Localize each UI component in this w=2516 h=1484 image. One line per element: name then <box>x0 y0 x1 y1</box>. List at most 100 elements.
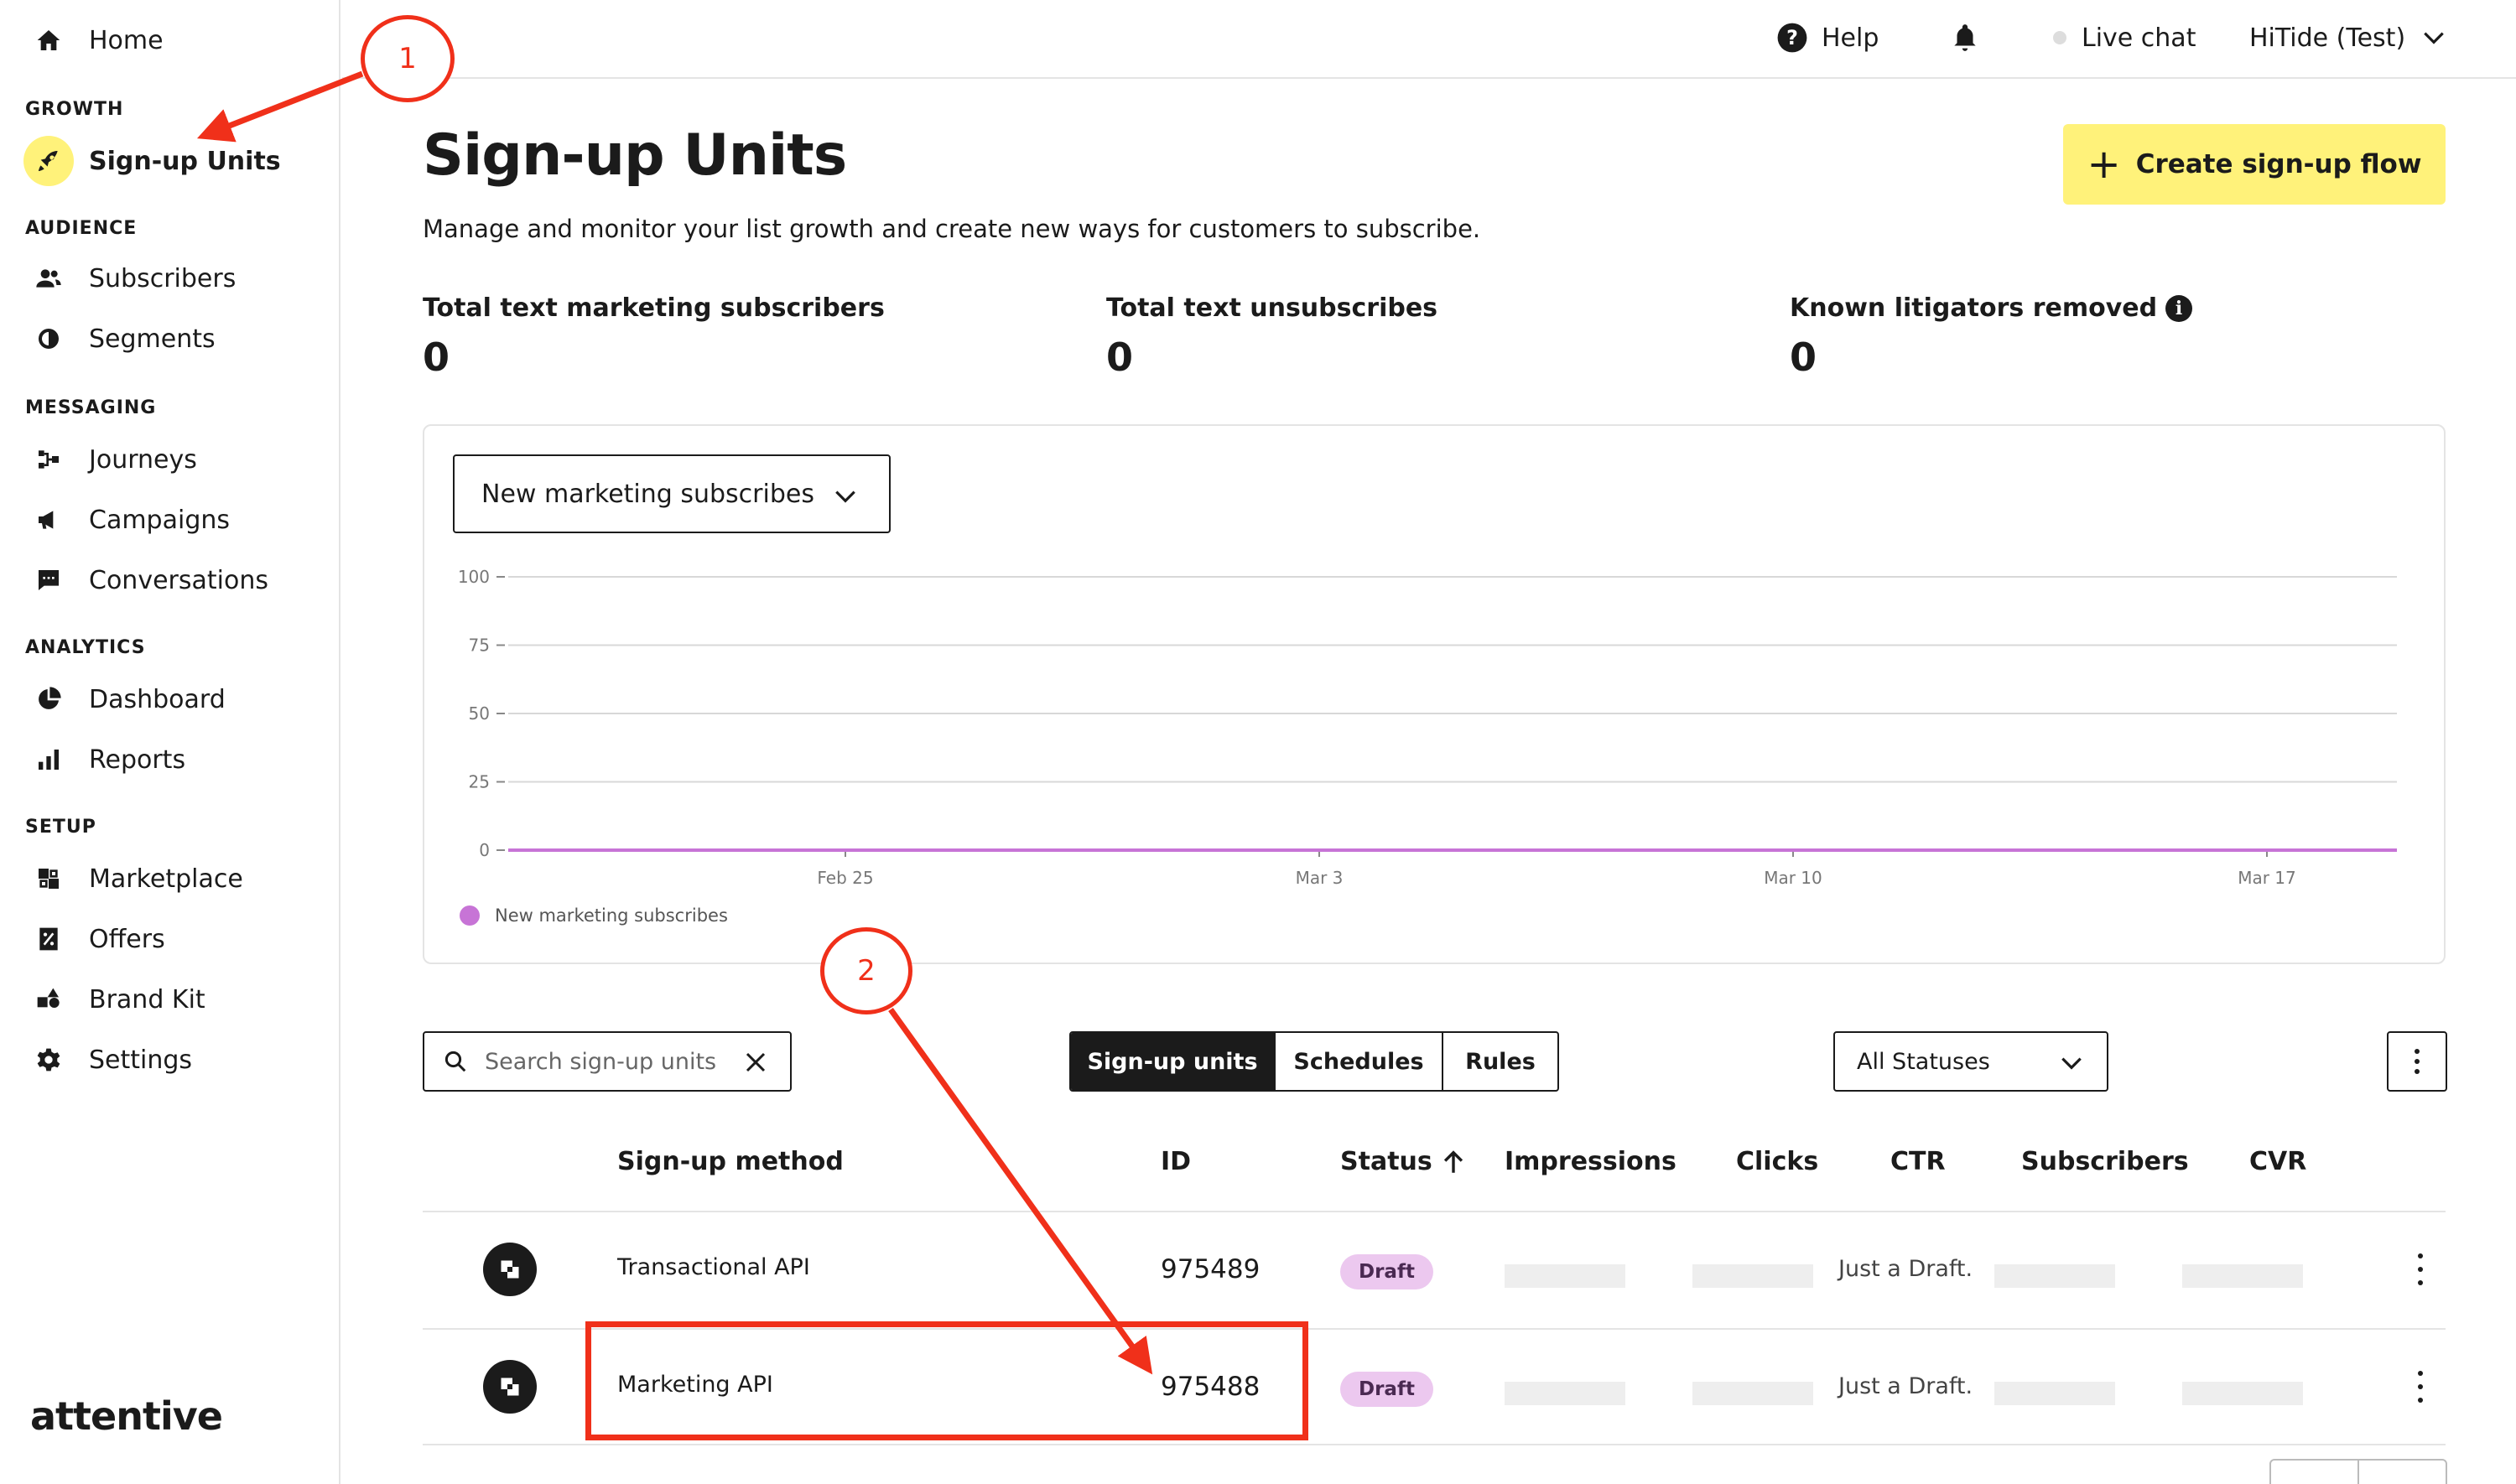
row-actions-kebab-icon[interactable] <box>2404 1249 2437 1289</box>
column-header-clicks[interactable]: Clicks <box>1736 1147 1818 1176</box>
page-title: Sign-up Units <box>423 122 847 189</box>
stat-unsubscribes: Total text unsubscribes 0 <box>1106 293 1437 380</box>
impressions-placeholder <box>1505 1382 1625 1405</box>
signup-method-name[interactable]: Transactional API <box>617 1254 810 1280</box>
chat-icon <box>23 555 74 605</box>
subscribers-placeholder <box>1994 1264 2115 1288</box>
create-signup-flow-button[interactable]: + Create sign-up flow <box>2063 124 2446 205</box>
sidebar-item-label: Journeys <box>89 444 197 475</box>
y-tick-label: 75 <box>469 636 490 656</box>
column-header-method[interactable]: Sign-up method <box>617 1147 844 1176</box>
ctr-value: Just a Draft. <box>1838 1373 1973 1399</box>
column-header-id[interactable]: ID <box>1161 1147 1191 1176</box>
tab-schedules[interactable]: Schedules <box>1276 1033 1443 1090</box>
annotation-highlight-box <box>585 1321 1308 1440</box>
sidebar-item-subscribers[interactable]: Subscribers <box>23 253 236 304</box>
sidebar-item-home[interactable]: Home <box>23 15 164 65</box>
live-chat-button[interactable]: Live chat <box>2053 17 2196 59</box>
sidebar-item-label: Settings <box>89 1045 193 1075</box>
info-icon[interactable]: i <box>2165 294 2193 322</box>
stat-label: Total text marketing subscribers <box>423 293 885 323</box>
sidebar-item-dashboard[interactable]: Dashboard <box>23 674 226 724</box>
account-name: HiTide (Test) <box>2249 23 2406 53</box>
offer-tag-icon <box>23 914 74 964</box>
shapes-icon <box>23 974 74 1025</box>
x-tick-label: Mar 3 <box>1296 868 1344 888</box>
pagination <box>2269 1459 2447 1484</box>
notifications-button[interactable] <box>1949 17 1981 59</box>
stat-litigators-removed: Known litigators removed i 0 <box>1790 293 2193 380</box>
metric-select-value: New marketing subscribes <box>481 479 814 509</box>
api-icon <box>483 1243 537 1296</box>
marketplace-icon <box>23 854 74 904</box>
help-button[interactable]: ? Help <box>1776 17 1879 59</box>
row-actions-kebab-icon[interactable] <box>2404 1367 2437 1407</box>
attentive-logo[interactable]: attentive <box>30 1393 223 1439</box>
clicks-placeholder <box>1692 1264 1813 1288</box>
sidebar-item-campaigns[interactable]: Campaigns <box>23 495 230 545</box>
ctr-value: Just a Draft. <box>1838 1256 1973 1282</box>
chart-legend: New marketing subscribes <box>460 905 728 926</box>
sidebar-item-offers[interactable]: Offers <box>23 914 165 964</box>
sort-ascending-icon <box>1443 1149 1463 1173</box>
next-page-button[interactable] <box>2359 1461 2446 1484</box>
sidebar-item-label: Reports <box>89 745 186 775</box>
clear-search-icon[interactable] <box>743 1050 768 1075</box>
table-row[interactable]: Transactional API 975489 Draft Just a Dr… <box>423 1212 2446 1326</box>
sidebar-item-label: Home <box>89 25 164 55</box>
column-header-status[interactable]: Status <box>1340 1147 1468 1176</box>
subscribers-placeholder <box>1994 1382 2115 1405</box>
table-divider <box>423 1444 2446 1445</box>
section-label-analytics: ANALYTICS <box>25 637 146 658</box>
search-icon <box>444 1051 466 1072</box>
section-label-growth: GROWTH <box>25 99 124 120</box>
status-dot-icon <box>2053 31 2066 44</box>
sidebar-item-signup-units[interactable]: Sign-up Units <box>23 136 281 186</box>
legend-label: New marketing subscribes <box>495 905 728 926</box>
section-label-setup: SETUP <box>25 817 96 838</box>
sidebar-item-label: Brand Kit <box>89 984 205 1014</box>
sidebar-item-conversations[interactable]: Conversations <box>23 555 268 605</box>
previous-page-button[interactable] <box>2271 1461 2359 1484</box>
sidebar-item-journeys[interactable]: Journeys <box>23 434 197 485</box>
more-options-button[interactable] <box>2387 1031 2447 1092</box>
search-input[interactable]: Search sign-up units <box>423 1031 792 1092</box>
sidebar-item-label: Sign-up Units <box>89 146 281 176</box>
tab-rules[interactable]: Rules <box>1443 1033 1557 1090</box>
svg-text:?: ? <box>1786 26 1798 49</box>
metric-select[interactable]: New marketing subscribes <box>453 454 891 533</box>
home-icon <box>23 15 74 65</box>
people-icon <box>23 253 74 304</box>
chevron-down-icon <box>835 490 855 503</box>
stat-label-row: Known litigators removed i <box>1790 293 2193 323</box>
help-icon: ? <box>1777 23 1807 53</box>
stat-total-subscribers: Total text marketing subscribers 0 <box>423 293 885 380</box>
chart-card: 0 25 50 75 100 Feb 25 Mar 3 Mar 10 Mar 17 New ma… <box>423 424 2446 964</box>
column-header-impressions[interactable]: Impressions <box>1505 1147 1676 1176</box>
stat-label: Known litigators removed <box>1790 293 2158 323</box>
sidebar-item-label: Dashboard <box>89 684 226 714</box>
help-label: Help <box>1822 23 1879 53</box>
tab-signup-units[interactable]: Sign-up units <box>1071 1033 1276 1090</box>
column-header-subscribers[interactable]: Subscribers <box>2021 1147 2189 1176</box>
annotation-step-1: 1 <box>361 15 455 102</box>
sidebar-item-marketplace[interactable]: Marketplace <box>23 854 243 904</box>
view-tabs: Sign-up units Schedules Rules <box>1069 1031 1559 1092</box>
gear-icon <box>23 1035 74 1085</box>
cvr-placeholder <box>2182 1382 2303 1405</box>
status-badge: Draft <box>1340 1254 1433 1289</box>
sidebar-item-reports[interactable]: Reports <box>23 734 185 785</box>
page-description: Manage and monitor your list growth and … <box>423 215 1481 243</box>
y-tick-label: 50 <box>469 703 490 724</box>
clicks-placeholder <box>1692 1382 1813 1405</box>
sidebar-item-segments[interactable]: Segments <box>23 314 216 364</box>
sidebar-item-settings[interactable]: Settings <box>23 1035 192 1085</box>
sidebar-item-brand-kit[interactable]: Brand Kit <box>23 974 205 1025</box>
status-filter-select[interactable]: All Statuses <box>1833 1031 2108 1092</box>
column-header-ctr[interactable]: CTR <box>1890 1147 1946 1176</box>
segments-icon <box>23 314 74 364</box>
sidebar-item-label: Marketplace <box>89 864 243 894</box>
y-tick-label: 100 <box>458 567 490 587</box>
account-menu[interactable]: HiTide (Test) <box>2249 17 2447 59</box>
column-header-cvr[interactable]: CVR <box>2249 1147 2306 1176</box>
